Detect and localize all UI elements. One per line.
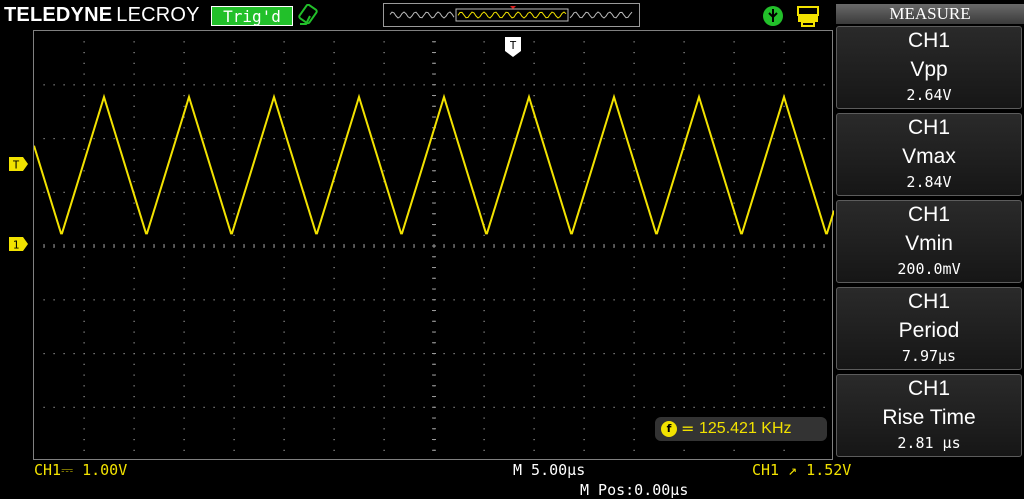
measure-name: Vmin	[905, 232, 953, 255]
frequency-readout: f = 125.421 KHz	[655, 417, 827, 441]
measure-value: 2.81 μs	[897, 434, 961, 452]
measure-name: Vmax	[902, 145, 956, 168]
trigger-position-marker-label: T	[510, 39, 517, 52]
measure-item-vmin[interactable]: CH1 Vmin 200.0mV	[836, 200, 1022, 283]
measure-value: 7.97μs	[901, 347, 957, 365]
measure-header: MEASURE	[836, 4, 1024, 24]
printer-icon	[795, 4, 821, 28]
measure-item-period[interactable]: CH1 Period 7.97μs	[836, 287, 1022, 370]
measure-channel: CH1	[907, 116, 950, 139]
measure-panel: MEASURE CH1 Vpp 2.64V CH1 Vmax 2.84V CH1…	[836, 0, 1024, 460]
brand-bold: TELEDYNE	[4, 4, 113, 26]
trigger-level-readout[interactable]: CH1 ↗ 1.52V	[752, 461, 851, 479]
measure-item-vmax[interactable]: CH1 Vmax 2.84V	[836, 113, 1022, 196]
measure-channel: CH1	[907, 203, 950, 226]
graticule	[34, 41, 834, 451]
channel1-marker-label: 1	[13, 239, 20, 252]
frequency-value: 125.421 KHz	[699, 420, 792, 437]
measure-value: 200.0mV	[897, 260, 961, 278]
measure-channel: CH1	[907, 29, 950, 52]
trigger-level-marker-label: T	[13, 159, 20, 172]
ch1-vertical-scale[interactable]: CH1⎓ 1.00V	[34, 461, 127, 479]
measure-value: 2.64V	[906, 86, 952, 104]
frequency-icon: f	[661, 421, 677, 437]
measure-item-vpp[interactable]: CH1 Vpp 2.64V	[836, 26, 1022, 109]
memory-overview-bar[interactable]	[383, 3, 640, 27]
measure-channel: CH1	[907, 377, 950, 400]
frequency-equals: =	[681, 419, 695, 438]
trigger-icon	[296, 3, 322, 28]
measure-name: Rise Time	[882, 406, 976, 429]
usb-icon	[761, 4, 787, 28]
measure-channel: CH1	[907, 290, 950, 313]
trigger-position-marker[interactable]: T	[505, 37, 521, 57]
measure-name: Period	[898, 319, 960, 342]
waveform-display[interactable]	[33, 30, 834, 460]
measure-item-rise-time[interactable]: CH1 Rise Time 2.81 μs	[836, 374, 1022, 457]
channel1-ground-marker[interactable]: 1	[9, 236, 28, 252]
measure-value: 2.84V	[906, 173, 952, 191]
measure-name: Vpp	[910, 58, 948, 81]
time-base[interactable]: M 5.00μs	[513, 461, 585, 479]
horizontal-position[interactable]: M Pos:0.00μs	[580, 481, 688, 499]
trigger-status-badge: Trig'd	[211, 6, 293, 26]
trigger-level-marker[interactable]: T	[9, 156, 28, 172]
brand-logo: TELEDYNE LECROY	[4, 3, 200, 27]
brand-light: LECROY	[116, 4, 200, 26]
